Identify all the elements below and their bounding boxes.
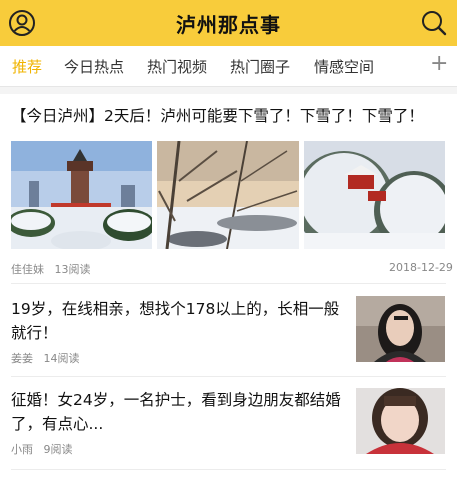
article-thumbnail[interactable] — [356, 388, 445, 454]
tab-today-hot[interactable]: 今日热点 — [64, 56, 124, 77]
divider — [11, 376, 446, 377]
feed-item-title[interactable]: 征婚！女24岁，一名护士，看到身边朋友都结婚了，有点心... — [11, 388, 341, 436]
read-count: 14阅读 — [43, 352, 80, 365]
author-name: 姜姜 — [11, 352, 33, 365]
feed-item-title[interactable]: 19岁，在线相亲，想找个178以上的，长相一般就行！ — [11, 297, 341, 345]
snow-branches-photo[interactable] — [157, 141, 299, 249]
category-tabs: 推荐 今日热点 热门视频 热门圈子 情感空间 + — [0, 46, 457, 87]
divider — [11, 469, 446, 470]
search-icon — [422, 11, 447, 36]
tab-emotion-space[interactable]: 情感空间 — [314, 56, 374, 77]
section-gap — [0, 87, 457, 94]
tab-hot-videos[interactable]: 热门视频 — [147, 56, 207, 77]
top-bar: 泸州那点事 — [0, 0, 457, 46]
author-name: 佳佳妹 — [11, 263, 44, 276]
snow-pavilion-photo[interactable] — [304, 141, 445, 249]
snow-tower-photo[interactable] — [11, 141, 152, 249]
article-thumbnail[interactable] — [356, 296, 445, 362]
app-title: 泸州那点事 — [176, 13, 281, 37]
read-count: 9阅读 — [43, 443, 73, 456]
add-tab-button[interactable]: + — [430, 52, 448, 76]
search-button[interactable] — [419, 8, 449, 38]
divider — [11, 283, 446, 284]
feed-item-title[interactable]: 【今日泸州】2天后！泸州可能要下雪了！下雪了！下雪了！ — [11, 104, 424, 126]
tab-hot-circles[interactable]: 热门圈子 — [230, 56, 290, 77]
tab-recommended[interactable]: 推荐 — [12, 56, 42, 77]
read-count: 13阅读 — [54, 263, 91, 276]
publish-date: 2018-12-29 — [389, 261, 453, 274]
author-name: 小雨 — [11, 443, 33, 456]
